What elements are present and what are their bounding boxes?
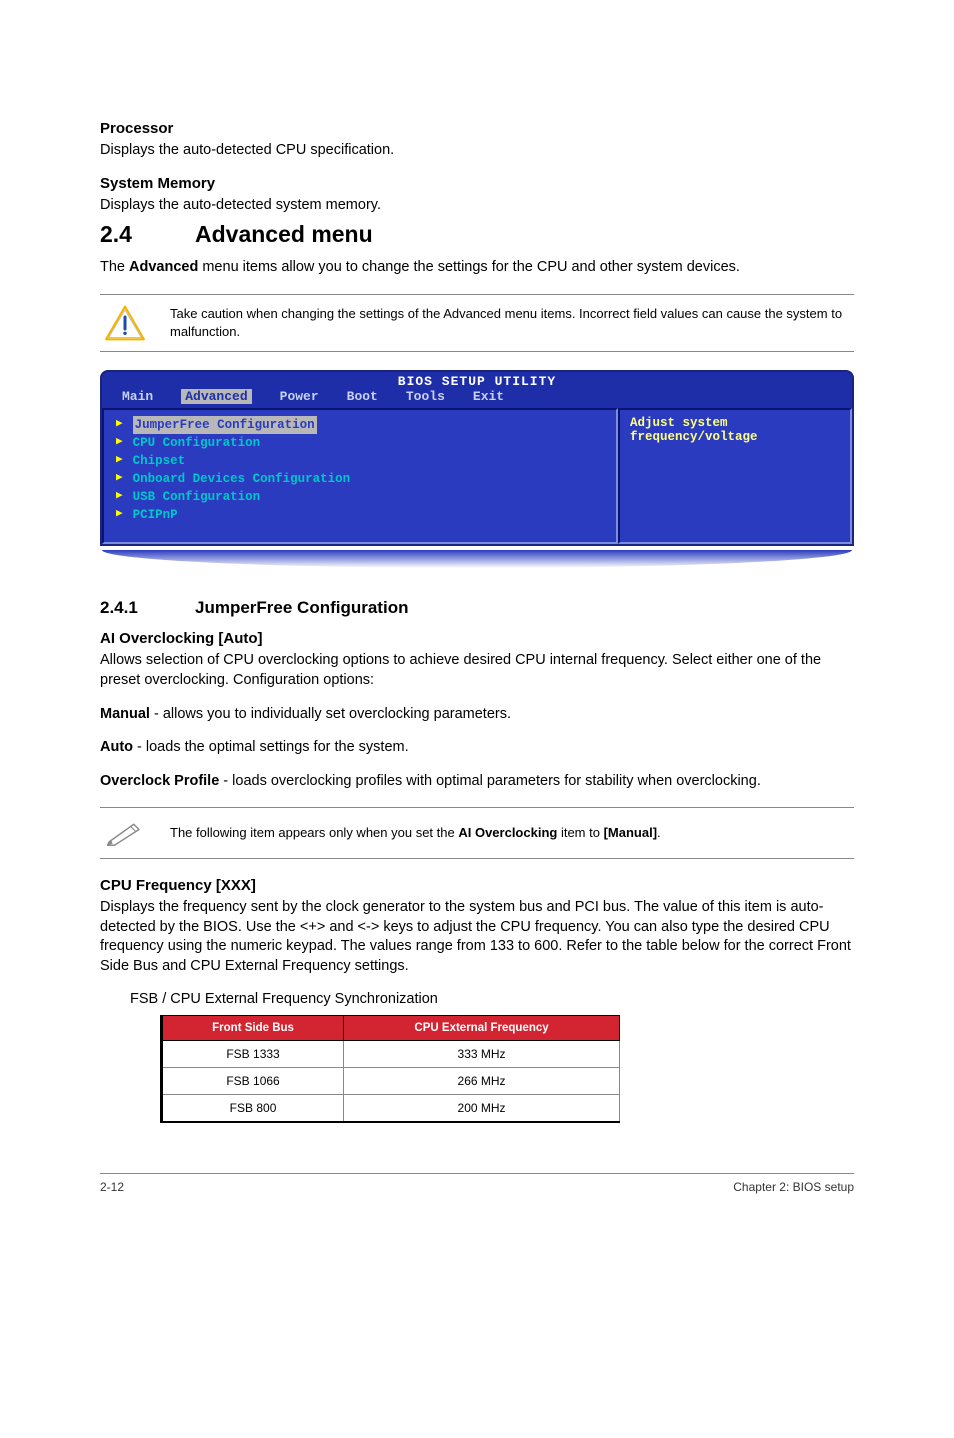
- jumperfree-title: JumperFree Configuration: [195, 598, 408, 617]
- arrow-icon: ▶: [116, 453, 123, 469]
- fsb-cell: FSB 1066: [162, 1067, 344, 1094]
- advanced-intro-1: The: [100, 259, 129, 275]
- bios-screenshot: BIOS SETUP UTILITY Main Advanced Power B…: [100, 370, 854, 569]
- ocprofile-lead: Overclock Profile: [100, 773, 219, 789]
- bios-item-onboard: ▶ Onboard Devices Configuration: [116, 470, 606, 488]
- ocprofile-text: - loads overclocking profiles with optim…: [219, 773, 761, 789]
- bios-item-label: PCIPnP: [133, 506, 178, 524]
- bios-tab-exit: Exit: [473, 389, 504, 404]
- arrow-icon: ▶: [116, 417, 123, 433]
- arrow-icon: ▶: [116, 489, 123, 505]
- note-callout: The following item appears only when you…: [100, 807, 854, 859]
- auto-lead: Auto: [100, 739, 133, 755]
- processor-heading: Processor: [100, 120, 854, 137]
- pencil-icon: [104, 818, 146, 848]
- bios-item-label: JumperFree Configuration: [133, 416, 317, 434]
- sysmem-text: Displays the auto-detected system memory…: [100, 196, 854, 216]
- fsb-cell: 200 MHz: [344, 1094, 620, 1122]
- ai-oc-auto: Auto - loads the optimal settings for th…: [100, 738, 854, 758]
- table-row: FSB 800200 MHz: [162, 1094, 620, 1122]
- auto-text: - loads the optimal settings for the sys…: [133, 739, 409, 755]
- fsb-caption: FSB / CPU External Frequency Synchroniza…: [130, 991, 854, 1007]
- ai-oc-manual: Manual - allows you to individually set …: [100, 705, 854, 725]
- bios-fade: [102, 550, 852, 568]
- ai-oc-heading: AI Overclocking [Auto]: [100, 630, 854, 647]
- bios-help-pane: Adjust system frequency/voltage: [618, 408, 852, 545]
- warning-icon: [104, 305, 146, 341]
- note-b1: AI Overclocking: [458, 825, 557, 840]
- bios-help-1: Adjust system: [630, 416, 840, 430]
- bios-tab-power: Power: [280, 389, 319, 404]
- footer-page: 2-12: [100, 1180, 124, 1194]
- fsb-cell: FSB 800: [162, 1094, 344, 1122]
- bios-item-jumperfree: ▶ JumperFree Configuration: [116, 416, 606, 434]
- note-b2: [Manual]: [604, 825, 657, 840]
- bios-menu-bar: Main Advanced Power Boot Tools Exit: [102, 389, 852, 408]
- bios-item-chipset: ▶ Chipset: [116, 452, 606, 470]
- arrow-icon: ▶: [116, 471, 123, 487]
- bios-title: BIOS SETUP UTILITY: [102, 372, 852, 389]
- ai-oc-desc: Allows selection of CPU overclocking opt…: [100, 651, 854, 690]
- fsb-cell: 266 MHz: [344, 1067, 620, 1094]
- advanced-intro-bold: Advanced: [129, 259, 198, 275]
- ai-oc-ocprofile: Overclock Profile - loads overclocking p…: [100, 772, 854, 792]
- advanced-title: Advanced menu: [195, 221, 373, 247]
- jumperfree-num: 2.4.1: [100, 598, 195, 618]
- advanced-menu-heading: 2.4Advanced menu: [100, 221, 854, 248]
- bios-tab-tools: Tools: [406, 389, 445, 404]
- note-p3: .: [657, 825, 661, 840]
- page-footer: 2-12 Chapter 2: BIOS setup: [100, 1173, 854, 1194]
- note-icon-col: [100, 818, 150, 848]
- jumperfree-heading: 2.4.1JumperFree Configuration: [100, 598, 854, 618]
- cpufreq-heading: CPU Frequency [XXX]: [100, 877, 854, 894]
- note-p1: The following item appears only when you…: [170, 825, 458, 840]
- manual-lead: Manual: [100, 706, 150, 722]
- advanced-num: 2.4: [100, 221, 195, 248]
- bios-item-cpu: ▶ CPU Configuration: [116, 434, 606, 452]
- advanced-intro: The Advanced menu items allow you to cha…: [100, 258, 854, 278]
- fsb-th-0: Front Side Bus: [162, 1015, 344, 1040]
- table-row: FSB 1333333 MHz: [162, 1040, 620, 1067]
- caution-icon-col: [100, 305, 150, 341]
- bios-item-label: Onboard Devices Configuration: [133, 470, 351, 488]
- caution-text: Take caution when changing the settings …: [170, 305, 854, 340]
- fsb-cell: 333 MHz: [344, 1040, 620, 1067]
- arrow-icon: ▶: [116, 507, 123, 523]
- bios-item-label: USB Configuration: [133, 488, 261, 506]
- cpufreq-desc: Displays the frequency sent by the clock…: [100, 898, 854, 976]
- sysmem-heading: System Memory: [100, 175, 854, 192]
- table-row: FSB 1066266 MHz: [162, 1067, 620, 1094]
- fsb-table: Front Side Bus CPU External Frequency FS…: [160, 1015, 620, 1123]
- bios-item-label: Chipset: [133, 452, 186, 470]
- bios-tab-advanced: Advanced: [181, 389, 251, 404]
- footer-chapter: Chapter 2: BIOS setup: [733, 1180, 854, 1194]
- note-text: The following item appears only when you…: [170, 824, 854, 842]
- note-p2: item to: [557, 825, 603, 840]
- processor-text: Displays the auto-detected CPU specifica…: [100, 141, 854, 161]
- bios-tab-boot: Boot: [347, 389, 378, 404]
- bios-item-usb: ▶ USB Configuration: [116, 488, 606, 506]
- bios-item-label: CPU Configuration: [133, 434, 261, 452]
- advanced-intro-2: menu items allow you to change the setti…: [198, 259, 740, 275]
- arrow-icon: ▶: [116, 435, 123, 451]
- manual-text: - allows you to individually set overclo…: [150, 706, 511, 722]
- bios-help-2: frequency/voltage: [630, 430, 840, 444]
- fsb-cell: FSB 1333: [162, 1040, 344, 1067]
- caution-callout: Take caution when changing the settings …: [100, 294, 854, 352]
- bios-tab-main: Main: [122, 389, 153, 404]
- fsb-th-1: CPU External Frequency: [344, 1015, 620, 1040]
- bios-left-pane: ▶ JumperFree Configuration ▶ CPU Configura…: [102, 408, 618, 545]
- bios-item-pcipnp: ▶ PCIPnP: [116, 506, 606, 524]
